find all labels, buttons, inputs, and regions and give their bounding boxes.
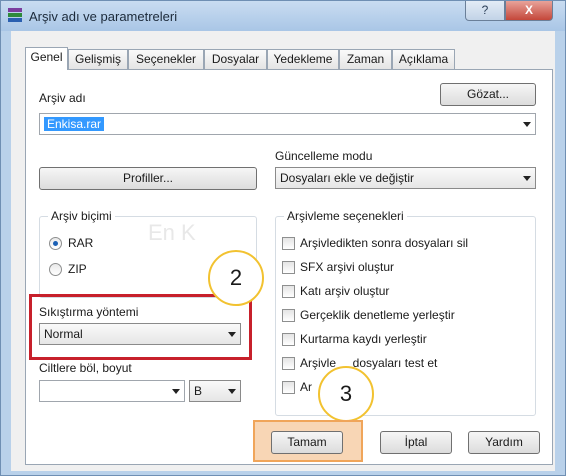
callout-2: 2 (208, 250, 264, 306)
archive-name-combo[interactable]: Enkisa.rar (39, 113, 536, 135)
sfx-label: SFX arşivi oluştur (300, 260, 395, 274)
test-files-label: Arşivle dosyaları test et (300, 356, 438, 370)
compression-select[interactable]: Normal (39, 323, 241, 345)
tab-secenekler[interactable]: Seçenekler (128, 49, 204, 69)
compression-value: Normal (44, 327, 83, 341)
archive-options-group: Arşivleme seçenekleri Arşivledikten sonr… (275, 209, 536, 416)
compression-label: Sıkıştırma yöntemi (39, 305, 139, 319)
zip-radio-label: ZIP (68, 262, 87, 276)
split-unit-value: B (194, 384, 203, 398)
chevron-down-icon[interactable] (228, 389, 236, 394)
window-title: Arşiv adı ve parametreleri (29, 9, 178, 24)
tab-gelismis[interactable]: Gelişmiş (68, 49, 128, 69)
zip-radio[interactable] (49, 263, 62, 276)
archive-format-label: Arşiv biçimi (48, 209, 115, 223)
test-files-checkbox[interactable] (282, 357, 295, 370)
archive-name-label: Arşiv adı (39, 91, 86, 105)
lock-checkbox[interactable] (282, 381, 295, 394)
close-button[interactable]: X (505, 1, 553, 21)
recovery-label: Kurtarma kaydı yerleştir (300, 332, 427, 346)
update-mode-value: Dosyaları ekle ve değiştir (280, 171, 415, 185)
solid-label: Katı arşiv oluştur (300, 284, 390, 298)
sfx-checkbox[interactable] (282, 261, 295, 274)
chevron-down-icon[interactable] (172, 389, 180, 394)
browse-button[interactable]: Gözat... (440, 83, 536, 106)
update-mode-label: Güncelleme modu (275, 149, 373, 163)
authenticity-label: Gerçeklik denetleme yerleştir (300, 308, 455, 322)
tab-dosyalar[interactable]: Dosyalar (204, 49, 267, 69)
tab-genel[interactable]: Genel (25, 47, 68, 70)
winrar-app-icon (8, 8, 22, 22)
general-panel: En K Arşiv adı Gözat... Enkisa.rar Günce… (25, 69, 553, 465)
cancel-button[interactable]: İptal (380, 431, 452, 454)
delete-after-checkbox[interactable] (282, 237, 295, 250)
tab-aciklama[interactable]: Açıklama (392, 49, 455, 69)
tab-yedekleme[interactable]: Yedekleme (267, 49, 339, 69)
tab-zaman[interactable]: Zaman (339, 49, 392, 69)
authenticity-checkbox[interactable] (282, 309, 295, 322)
split-size-combo[interactable] (39, 380, 185, 402)
delete-after-label: Arşivledikten sonra dosyaları sil (300, 236, 469, 250)
rar-radio[interactable] (49, 237, 62, 250)
split-unit-select[interactable]: B (189, 380, 241, 402)
chevron-down-icon[interactable] (228, 332, 236, 337)
rar-radio-label: RAR (68, 236, 94, 250)
recovery-checkbox[interactable] (282, 333, 295, 346)
dialog-client: Genel Gelişmiş Seçenekler Dosyalar Yedek… (11, 31, 555, 471)
callout-3: 3 (318, 366, 374, 422)
chevron-down-icon[interactable] (523, 176, 531, 181)
lock-label: Ar (300, 380, 312, 394)
split-label: Ciltlere böl, boyut (39, 361, 132, 375)
ok-button[interactable]: Tamam (271, 431, 343, 454)
help-title-button[interactable]: ? (465, 1, 505, 21)
solid-checkbox[interactable] (282, 285, 295, 298)
chevron-down-icon[interactable] (523, 122, 531, 127)
help-button[interactable]: Yardım (468, 431, 540, 454)
title-bar[interactable]: Arşiv adı ve parametreleri ? X (1, 1, 565, 31)
profiles-button[interactable]: Profiller... (39, 167, 257, 190)
dialog-window: Arşiv adı ve parametreleri ? X Genel Gel… (0, 0, 566, 476)
update-mode-select[interactable]: Dosyaları ekle ve değiştir (275, 167, 536, 189)
archive-name-value: Enkisa.rar (44, 117, 105, 131)
archive-options-label: Arşivleme seçenekleri (284, 209, 407, 223)
